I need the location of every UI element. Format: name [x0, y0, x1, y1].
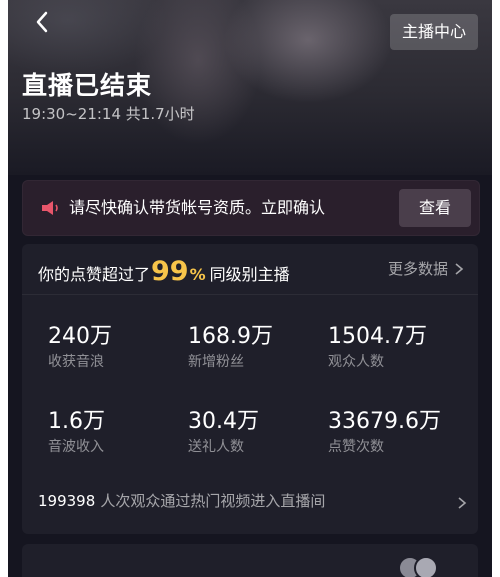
speaker-icon	[42, 201, 58, 215]
stat-label: 送礼人数	[188, 439, 244, 455]
hot-video-entry-row[interactable]: 199398 人次观众通过热门视频进入直播间	[38, 490, 468, 520]
stat-wave-income: 1.6万 音波收入	[48, 409, 105, 457]
chevron-right-icon	[455, 262, 464, 275]
stat-label: 收获音浪	[48, 354, 104, 370]
back-button[interactable]	[28, 8, 56, 36]
stat-label: 新增粉丝	[188, 354, 244, 370]
rank-percent: 99	[151, 256, 189, 287]
stat-value: 30.4万	[188, 409, 259, 434]
chevron-left-icon	[36, 11, 48, 33]
stat-new-fans: 168.9万 新增粉丝	[188, 324, 273, 372]
stat-gifters: 30.4万 送礼人数	[188, 409, 259, 457]
live-duration: 19:30~21:14 共1.7小时	[22, 105, 195, 123]
stat-value: 1504.7万	[328, 324, 427, 349]
view-button[interactable]: 查看	[399, 189, 471, 227]
stat-value: 168.9万	[188, 324, 273, 349]
page-title: 直播已结束	[22, 71, 153, 100]
hot-video-entry-text: 人次观众通过热门视频进入直播间	[100, 492, 326, 510]
live-summary-card: 你的点赞超过了 99 % 同级别主播 更多数据 240万 收获音浪 168.9万…	[22, 244, 478, 534]
stat-value: 1.6万	[48, 409, 105, 434]
stat-likes: 33679.6万 点赞次数	[328, 409, 441, 457]
stat-sound-waves: 240万 收获音浪	[48, 324, 112, 372]
anchor-center-button[interactable]: 主播中心	[389, 14, 478, 50]
divider	[22, 294, 478, 295]
more-data-link[interactable]: 更多数据	[388, 258, 466, 279]
like-rank-text: 你的点赞超过了 99 % 同级别主播	[38, 256, 290, 287]
rank-percent-sign: %	[189, 265, 206, 284]
notice-text: 请尽快确认带货帐号资质。立即确认	[69, 198, 326, 217]
stat-label: 点赞次数	[328, 439, 384, 455]
live-ended-screen: 主播中心 直播已结束 19:30~21:14 共1.7小时 请尽快确认带货帐号资…	[8, 0, 492, 577]
avatar-group-icon	[398, 556, 438, 577]
stat-value: 33679.6万	[328, 409, 441, 434]
stat-value: 240万	[48, 324, 112, 349]
next-card	[22, 544, 478, 577]
stat-label: 观众人数	[328, 354, 384, 370]
rank-prefix: 你的点赞超过了	[38, 265, 151, 284]
more-data-label: 更多数据	[387, 260, 448, 278]
stat-viewers: 1504.7万 观众人数	[328, 324, 427, 372]
hot-video-viewer-count: 199398	[38, 492, 96, 510]
chevron-right-icon	[458, 497, 467, 509]
stat-label: 音波收入	[48, 439, 104, 455]
rank-suffix: 同级别主播	[209, 265, 290, 284]
qualification-notice-banner: 请尽快确认带货帐号资质。立即确认 查看	[22, 180, 480, 236]
